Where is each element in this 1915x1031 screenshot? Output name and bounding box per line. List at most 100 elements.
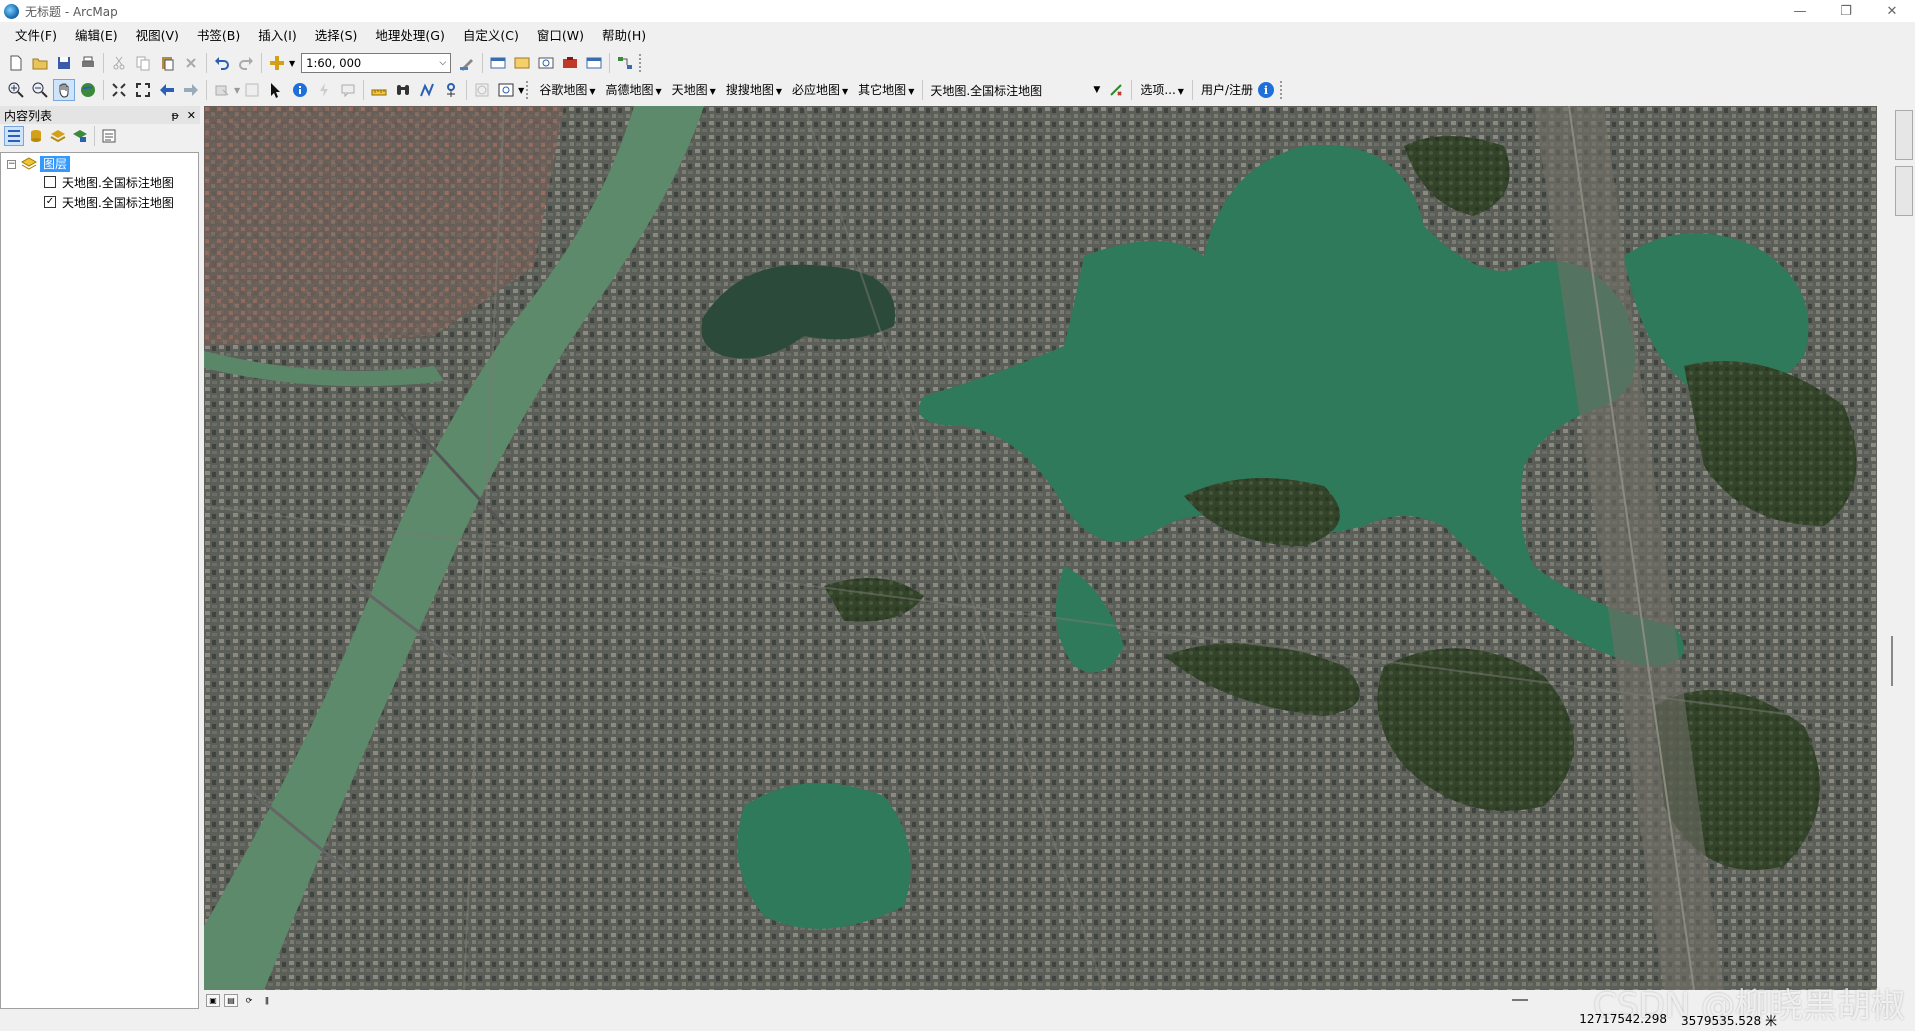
layer-visibility-checkbox[interactable] — [44, 176, 56, 188]
search-window-button[interactable] — [535, 52, 557, 74]
toc-close-icon[interactable]: ✕ — [187, 109, 196, 122]
toc-options-button[interactable] — [99, 126, 119, 146]
maximize-button[interactable]: ❐ — [1823, 0, 1869, 22]
save-icon — [58, 57, 70, 69]
select-features-button[interactable] — [211, 79, 233, 101]
add-data-dropdown-icon[interactable]: ▼ — [289, 59, 295, 68]
horizontal-scroll-indicator[interactable] — [1512, 999, 1528, 1001]
fixed-zoom-in-button[interactable] — [108, 79, 130, 101]
go-back-button[interactable] — [156, 79, 178, 101]
options-menu[interactable]: 选项... ▼ — [1135, 79, 1189, 101]
data-view-button[interactable]: ▣ — [206, 993, 220, 1007]
amap-menu[interactable]: 高德地图 ▼ — [600, 79, 666, 101]
toolbar-grip[interactable] — [1280, 81, 1286, 99]
time-slider-button[interactable] — [471, 79, 493, 101]
open-button[interactable] — [29, 52, 51, 74]
layers-root-node[interactable]: − 图层 — [7, 155, 71, 173]
hyperlink-button[interactable] — [313, 79, 335, 101]
remove-layer-button[interactable] — [1105, 79, 1127, 101]
collapse-icon[interactable]: − — [7, 159, 16, 169]
full-extent-button[interactable] — [77, 79, 99, 101]
catalog-window-button[interactable] — [511, 52, 533, 74]
menu-selection[interactable]: 选择(S) — [306, 26, 367, 46]
google-maps-menu[interactable]: 谷歌地图 ▼ — [534, 79, 600, 101]
list-by-visibility-button[interactable] — [48, 126, 68, 146]
save-button[interactable] — [53, 52, 75, 74]
layer-item[interactable]: 天地图.全国标注地图 — [44, 173, 174, 191]
menu-geoprocessing[interactable]: 地理处理(G) — [366, 26, 453, 46]
info-icon[interactable]: i — [1258, 82, 1274, 98]
delete-button[interactable] — [180, 52, 202, 74]
find-button[interactable] — [392, 79, 414, 101]
toolbar-grip[interactable] — [639, 54, 645, 72]
list-by-source-button[interactable] — [26, 126, 46, 146]
refresh-icon[interactable]: ⟳ — [242, 994, 256, 1007]
paste-button[interactable] — [156, 52, 178, 74]
layers-folder-icon — [21, 157, 37, 170]
model-builder-button[interactable] — [614, 52, 636, 74]
toc-toolbar — [0, 124, 200, 148]
list-by-selection-button[interactable] — [70, 126, 90, 146]
layout-view-button[interactable]: ▤ — [224, 993, 238, 1007]
fixed-zoom-out-button[interactable] — [132, 79, 154, 101]
close-button[interactable]: ✕ — [1869, 0, 1915, 22]
select-elements-button[interactable] — [265, 79, 287, 101]
layer-select-dropdown[interactable]: 天地图.全国标注地图 ▼ — [926, 79, 1104, 101]
menu-customize[interactable]: 自定义(C) — [454, 26, 528, 46]
add-data-button[interactable] — [266, 52, 288, 74]
search-dock-tab[interactable] — [1895, 166, 1913, 216]
menu-bookmarks[interactable]: 书签(B) — [188, 26, 249, 46]
other-maps-menu[interactable]: 其它地图 ▼ — [853, 79, 919, 101]
python-window-button[interactable] — [583, 52, 605, 74]
go-forward-button[interactable] — [180, 79, 202, 101]
bing-maps-menu[interactable]: 必应地图 ▼ — [787, 79, 853, 101]
undo-icon — [215, 57, 229, 70]
arctoolbox-button[interactable] — [559, 52, 581, 74]
go-to-xy-button[interactable] — [440, 79, 462, 101]
fixed-zoom-out-icon — [136, 83, 150, 97]
html-popup-button[interactable] — [337, 79, 359, 101]
catalog-dock-tab[interactable] — [1895, 110, 1913, 160]
pause-drawing-icon[interactable]: ǁ — [260, 994, 274, 1007]
catalog-icon — [514, 57, 530, 69]
menu-insert[interactable]: 插入(I) — [249, 26, 305, 46]
tianditu-menu[interactable]: 天地图 ▼ — [667, 79, 721, 101]
print-button[interactable] — [77, 52, 99, 74]
minimize-button[interactable]: — — [1777, 0, 1823, 22]
new-document-button[interactable] — [5, 52, 27, 74]
menu-view[interactable]: 视图(V) — [127, 26, 188, 46]
right-dock-panel — [1877, 106, 1915, 990]
soso-map-menu[interactable]: 搜搜地图 ▼ — [721, 79, 787, 101]
vertical-scroll-indicator[interactable] — [1891, 636, 1893, 686]
table-of-contents-button[interactable] — [487, 52, 509, 74]
zoom-in-button[interactable] — [5, 79, 27, 101]
measure-button[interactable] — [368, 79, 390, 101]
clear-selection-button[interactable] — [241, 79, 263, 101]
ruler-icon — [371, 89, 387, 96]
map-scale-combobox[interactable]: 1:60, 000 ⌵ — [301, 53, 452, 73]
toolbar-grip[interactable] — [526, 81, 532, 99]
menu-edit[interactable]: 编辑(E) — [66, 26, 127, 46]
pin-icon[interactable]: ᵽ — [171, 109, 178, 122]
layer-visibility-checkbox-checked[interactable]: ✓ — [44, 196, 56, 208]
copy-button[interactable] — [132, 52, 154, 74]
viewer-dropdown-icon[interactable]: ▼ — [518, 86, 524, 95]
map-view[interactable] — [204, 106, 1877, 990]
menu-file[interactable]: 文件(F) — [6, 26, 66, 46]
menu-windows[interactable]: 窗口(W) — [528, 26, 593, 46]
layer-item[interactable]: ✓ 天地图.全国标注地图 — [44, 193, 174, 211]
list-by-drawing-order-button[interactable] — [4, 126, 24, 146]
cut-button[interactable] — [108, 52, 130, 74]
undo-button[interactable] — [211, 52, 233, 74]
select-dropdown-icon[interactable]: ▼ — [234, 86, 240, 95]
editor-toolbar-button[interactable] — [456, 52, 478, 74]
zoom-out-button[interactable] — [29, 79, 51, 101]
menu-help[interactable]: 帮助(H) — [593, 26, 655, 46]
create-viewer-window-button[interactable] — [495, 79, 517, 101]
redo-button[interactable] — [235, 52, 257, 74]
identify-button[interactable] — [289, 79, 311, 101]
options-label: 选项... — [1140, 83, 1176, 97]
pan-button[interactable] — [53, 79, 75, 101]
user-register-button[interactable]: 用户/注册 — [1196, 79, 1258, 101]
find-route-button[interactable] — [416, 79, 438, 101]
